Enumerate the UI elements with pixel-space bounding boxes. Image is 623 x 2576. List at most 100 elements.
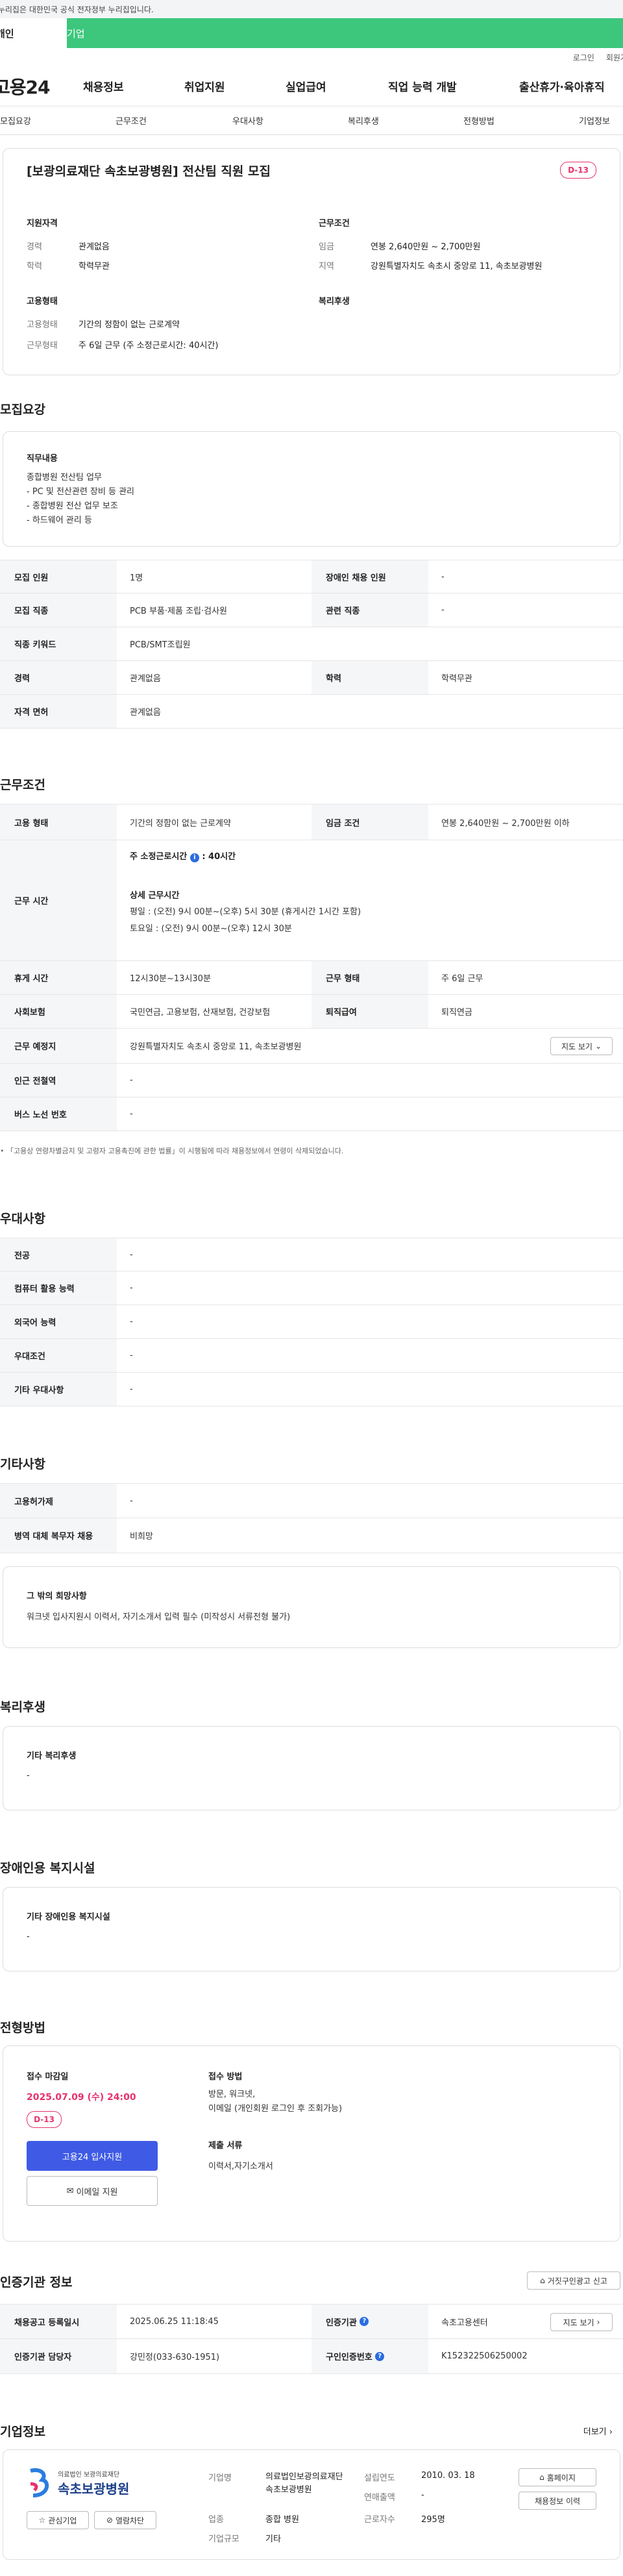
info-icon[interactable]: i: [189, 853, 199, 862]
tab-company[interactable]: 기업: [67, 18, 623, 48]
map-button[interactable]: 지도 보기 ⌄: [550, 1037, 613, 1055]
row-key: 학력: [312, 661, 428, 694]
row-value: -: [130, 1109, 133, 1119]
row-value: -: [130, 1075, 133, 1085]
edu-label: 학력: [27, 262, 42, 271]
size-label: 기업규모: [208, 2534, 239, 2544]
row-value: K152322506250002: [441, 2351, 528, 2361]
career-value: 관계없음: [79, 242, 110, 252]
hours-detail-label: 상세 근무시간: [130, 891, 180, 901]
row-value: -: [441, 605, 445, 615]
row-key: 기타 우대사항: [0, 1373, 117, 1406]
edu-value: 학력무관: [79, 262, 110, 271]
gnb-item-job-training[interactable]: 직업 능력 개발: [388, 78, 457, 94]
row-key: 임금 조건: [312, 805, 428, 840]
site-logo[interactable]: 고용24: [0, 73, 62, 99]
table-row: 병역 대체 복무자 채용 비희망: [0, 1518, 623, 1553]
weekly-hours: 주 소정근로시간 i : 40시간: [130, 852, 236, 862]
table-row: 직종 키워드 PCB/SMT조립원: [0, 627, 623, 661]
subnav-process[interactable]: 전형방법: [463, 114, 495, 127]
sales-value: -: [421, 2490, 424, 2500]
welfare-card-value: -: [27, 1771, 30, 1781]
sales-label: 연매출액: [364, 2493, 395, 2503]
row-value: 12시30분~13시30분: [130, 974, 211, 984]
row-value: 연봉 2,640만원 ~ 2,700만원 이하: [441, 818, 570, 829]
row-key: 병역 대체 복무자 채용: [0, 1518, 117, 1553]
homepage-button[interactable]: ⌂ 홈페이지: [519, 2468, 596, 2486]
subnav-recruit[interactable]: 모집요강: [0, 114, 31, 127]
duty-card: 직무내용 종합병원 전산팀 업무 - PC 및 전산관련 장비 등 관리 - 종…: [3, 431, 620, 547]
docs-label: 제출 서류: [208, 2141, 243, 2151]
global-nav: 고용24 채용정보 취업지원 실업급여 직업 능력 개발 출산휴가·육아휴직: [0, 66, 623, 106]
table-row: 인증기관 담당자 강민정(033-630-1951) 구인인증번호 ? K152…: [0, 2339, 623, 2374]
row-key: 외국어 능력: [0, 1305, 117, 1338]
row-key: 장애인 채용 인원: [312, 560, 428, 593]
report-button[interactable]: ⌂ 거짓구인광고 신고: [527, 2271, 620, 2290]
table-row: 우대조건 -: [0, 1339, 623, 1373]
company-card: 의료법인 보광의료재단 속초보광병원 ☆ 관심기업 ⊘ 열람차단 기업명 의료법인보…: [3, 2449, 620, 2560]
row-key: 자격 면허: [0, 695, 117, 728]
process-heading: 전형방법: [0, 2021, 45, 2035]
gnb-item-unemployment-benefit[interactable]: 실업급여: [286, 78, 326, 94]
row-value: 강원특별자치도 속초시 중앙로 11, 속초보광병원: [130, 1042, 302, 1052]
emptype-value: 기간의 정함이 없는 근로계약: [79, 320, 180, 330]
cert-heading: 인증기관 정보: [0, 2275, 73, 2290]
info-icon[interactable]: ?: [375, 2351, 385, 2361]
gnb-item-employment-support[interactable]: 취업지원: [184, 78, 225, 94]
subnav-welfare[interactable]: 복리후생: [348, 114, 379, 127]
row-key: 인증기관 담당자: [0, 2339, 117, 2373]
row-value: 비희망: [130, 1532, 153, 1542]
gnb-item-jobs[interactable]: 채용정보: [83, 78, 124, 94]
other-wishes-heading: 그 밖의 희망사항: [27, 1592, 87, 1601]
table-row: 채용공고 등록일시 2025.06.25 11:18:45 인증기관 ? 속초고…: [0, 2304, 623, 2339]
row-value: -: [130, 1249, 133, 1260]
wage-value: 연봉 2,640만원 ~ 2,700만원: [371, 242, 481, 252]
company-logo: 의료법인 보광의료재단 속초보광병원: [27, 2467, 129, 2499]
disabled-card: 기타 장애인용 복지시설 -: [3, 1887, 620, 1971]
table-row: 버스 노선 번호 -: [0, 1097, 623, 1131]
disabled-card-heading: 기타 장애인용 복지시설: [27, 1912, 110, 1922]
row-key: 컴퓨터 활용 능력: [0, 1271, 117, 1305]
table-row: 자격 면허 관계없음: [0, 695, 623, 729]
more-link[interactable]: 더보기 ›: [583, 2425, 613, 2437]
recruit-heading: 모집요강: [0, 403, 45, 417]
login-link[interactable]: 로그인: [573, 52, 594, 63]
deadline-dday-badge: D-13: [27, 2111, 62, 2128]
conditions-heading: 근무조건: [0, 778, 45, 792]
job-summary-card: [보광의료재단 속초보광병원] 전산팀 직원 모집 D-13 지원자격 경력 관…: [3, 148, 620, 375]
mail-icon: ✉: [66, 2186, 74, 2196]
row-key: 인근 전철역: [0, 1064, 117, 1097]
gnb-item-parental-leave[interactable]: 출산휴가·육아휴직: [519, 78, 605, 94]
email-apply-button[interactable]: ✉ 이메일 지원: [27, 2176, 158, 2206]
employees-label: 근로자수: [364, 2515, 395, 2525]
etc-heading: 기타사항: [0, 1457, 45, 1471]
worktype-label: 근무형태: [27, 341, 58, 351]
row-key: 모집 직종: [0, 594, 117, 627]
subnav-company[interactable]: 기업정보: [579, 114, 610, 127]
hiring-history-button[interactable]: 채용정보 이력: [519, 2492, 596, 2510]
industry-value: 종합 병원: [265, 2515, 299, 2525]
row-value: -: [130, 1283, 133, 1293]
subnav-conditions[interactable]: 근무조건: [116, 114, 147, 127]
block-view-button[interactable]: ⊘ 열람차단: [94, 2511, 156, 2529]
method-value: 방문, 워크넷, 이메일 (개인회원 로그인 후 조회가능): [208, 2090, 343, 2114]
apply-button[interactable]: 고용24 입사지원: [27, 2141, 158, 2171]
tab-personal[interactable]: 개인: [0, 18, 67, 48]
info-icon[interactable]: ?: [360, 2317, 369, 2326]
company-heading: 기업정보: [0, 2425, 45, 2439]
favorite-company-button[interactable]: ☆ 관심기업: [27, 2511, 89, 2529]
row-key: 근무 시간: [0, 840, 117, 960]
cert-map-button[interactable]: 지도 보기 ›: [550, 2313, 613, 2331]
util-links: 로그인 회원가입: [0, 48, 623, 66]
est-value: 2010. 03. 18: [421, 2471, 475, 2481]
gov-notice-bar: 이 누리집은 대한민국 공식 전자정부 누리집입니다.: [0, 0, 623, 18]
row-value: -: [130, 1351, 133, 1360]
signup-link[interactable]: 회원가입: [606, 52, 623, 63]
subnav-preference[interactable]: 우대사항: [232, 114, 263, 127]
table-row: 근무 예정지 강원특별자치도 속초시 중앙로 11, 속초보광병원 지도 보기 ⌄: [0, 1029, 623, 1064]
table-row: 경력 관계없음 학력 학력무관: [0, 661, 623, 695]
docs-value: 이력서,자기소개서: [208, 2162, 273, 2171]
row-value: PCB 부품·제품 조립·검사원: [130, 606, 228, 616]
row-value: PCB/SMT조립원: [130, 640, 191, 650]
row-value: 관계없음: [130, 674, 161, 684]
